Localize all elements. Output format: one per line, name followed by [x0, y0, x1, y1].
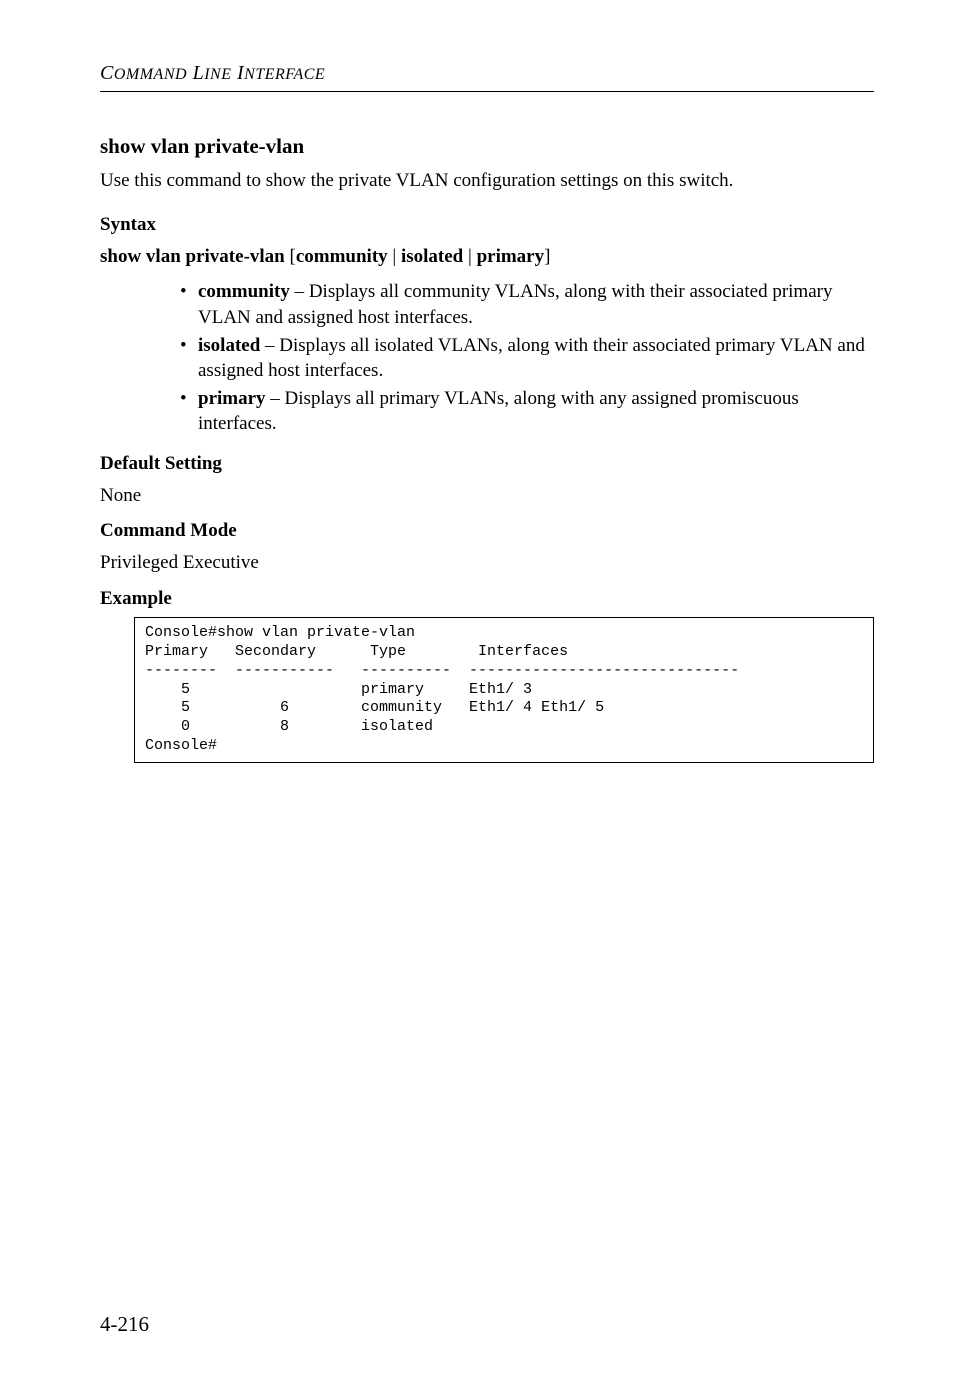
syntax-opt-primary: primary — [477, 246, 545, 267]
syntax-sep2: | — [463, 246, 476, 267]
syntax-sep1: | — [388, 246, 401, 267]
option-isolated: isolated – Displays all isolated VLANs, … — [180, 333, 874, 384]
page-number: 4-216 — [100, 1310, 149, 1338]
syntax-opt-community: community — [296, 246, 388, 267]
header-word-3a: I — [231, 62, 244, 84]
syntax-line: show vlan private-vlan [community | isol… — [100, 244, 874, 270]
options-list: community – Displays all community VLANs… — [180, 279, 874, 437]
header-word-1b: OMMAND — [114, 66, 187, 83]
default-setting-value: None — [100, 483, 874, 509]
example-heading: Example — [100, 586, 874, 612]
header-word-1a: C — [100, 62, 114, 84]
command-mode-value: Privileged Executive — [100, 550, 874, 576]
command-mode-heading: Command Mode — [100, 518, 874, 544]
section-intro: Use this command to show the private VLA… — [100, 168, 874, 194]
option-isolated-label: isolated — [198, 335, 260, 356]
option-community-text: – Displays all community VLANs, along wi… — [198, 281, 832, 328]
syntax-close: ] — [544, 246, 550, 267]
syntax-heading: Syntax — [100, 212, 874, 238]
syntax-open: [ — [285, 246, 296, 267]
syntax-cmd: show vlan private-vlan — [100, 246, 285, 267]
header-word-3b: NTERFACE — [244, 66, 325, 83]
section-title: show vlan private-vlan — [100, 132, 874, 160]
option-community-label: community — [198, 281, 290, 302]
header-word-2b: INE — [204, 66, 231, 83]
running-header: COMMAND LINE INTERFACE — [100, 60, 874, 87]
option-isolated-text: – Displays all isolated VLANs, along wit… — [198, 335, 865, 382]
default-setting-heading: Default Setting — [100, 451, 874, 477]
example-console-output: Console#show vlan private-vlan Primary S… — [134, 617, 874, 762]
header-word-2a: L — [187, 62, 204, 84]
option-community: community – Displays all community VLANs… — [180, 279, 874, 330]
header-rule — [100, 91, 874, 92]
option-primary: primary – Displays all primary VLANs, al… — [180, 386, 874, 437]
option-primary-label: primary — [198, 388, 266, 409]
syntax-opt-isolated: isolated — [401, 246, 463, 267]
option-primary-text: – Displays all primary VLANs, along with… — [198, 388, 799, 435]
